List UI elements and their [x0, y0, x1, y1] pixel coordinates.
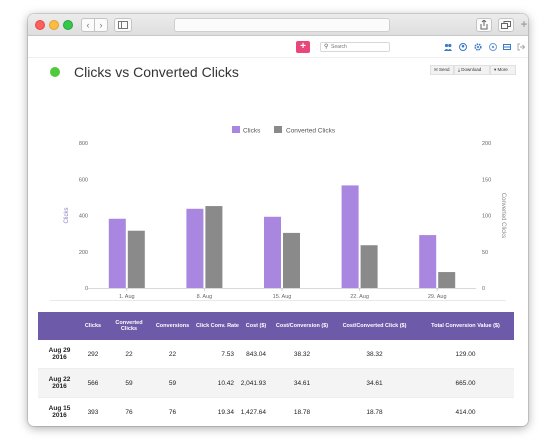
y2-tick-label: 50: [482, 250, 488, 256]
column-header[interactable]: Conversions: [150, 312, 195, 340]
y-tick-label: 200: [79, 250, 88, 256]
add-button[interactable]: +: [296, 41, 310, 53]
table-cell: 393: [87, 408, 99, 416]
table-body: Aug 29 2016 292 22 22 7.53 843.04 38.32 38.32 12…: [38, 340, 514, 426]
bar-clicks: [264, 216, 281, 288]
bar-clicks: [341, 185, 359, 288]
table-cell: 414.00: [455, 408, 476, 416]
y2-tick-label: 100: [482, 214, 491, 220]
y-tick-label: 400: [79, 214, 88, 220]
table-row: Aug 15 2016 393 76 76 19.34 1,427.64 18.78 18.7…: [38, 398, 514, 426]
table-cell: 18.78: [366, 408, 383, 416]
download-button[interactable]: ⤓ Download: [454, 65, 490, 75]
table-cell: 38.32: [366, 350, 383, 358]
y-tick-label: 800: [79, 141, 88, 147]
sidebar-toggle-icon[interactable]: [114, 18, 132, 32]
table-cell: 59: [125, 379, 133, 387]
table-cell: 10.42: [217, 379, 234, 387]
column-header[interactable]: [38, 312, 78, 340]
logout-icon[interactable]: [517, 43, 526, 51]
search-icon: ⚲: [324, 44, 329, 50]
minimize-window-button[interactable]: [49, 20, 59, 30]
table-cell: 566: [87, 379, 99, 387]
table-cell: 76: [168, 408, 177, 416]
address-bar[interactable]: [174, 18, 390, 32]
tabs-overview-icon[interactable]: [498, 18, 514, 32]
divider: [50, 300, 506, 301]
y-axis-title: Clicks: [64, 208, 70, 224]
table-cell: 292: [87, 350, 99, 358]
y2-axis-title: Converted Clicks: [500, 193, 506, 238]
y2-tick-label: 150: [482, 177, 491, 183]
row-date: Aug 15 2016: [48, 404, 71, 420]
help-icon[interactable]: [489, 43, 497, 51]
table-cell: 1,427.64: [240, 408, 266, 416]
y-tick-label: 600: [79, 177, 88, 183]
column-header[interactable]: Cost ($): [240, 312, 272, 340]
table-row: Aug 29 2016 292 22 22 7.53 843.04 38.32 38.32 12…: [38, 340, 514, 369]
bar-converted-clicks: [438, 272, 456, 288]
table-cell: 2,041.93: [240, 379, 266, 387]
bar-clicks: [419, 235, 437, 288]
table-cell: 34.61: [293, 379, 311, 387]
more-button[interactable]: ▾ More: [490, 65, 516, 75]
share-icon[interactable]: [476, 18, 492, 32]
table-cell: 7.53: [221, 350, 234, 358]
column-header[interactable]: Click Conv. Rate: [195, 312, 240, 340]
y2-tick-label: 200: [482, 141, 491, 147]
column-header[interactable]: Cost/Conversion ($): [272, 312, 332, 340]
column-header[interactable]: Total Conversion Value ($): [417, 312, 514, 340]
table-cell: 38.32: [293, 350, 311, 358]
table-cell: 129.00: [455, 350, 476, 358]
status-indicator: [50, 67, 60, 77]
back-button[interactable]: ‹: [81, 18, 95, 32]
table-row: Aug 22 2016 566 59 59 10.42 2,041.93 34.61 34.6…: [38, 369, 514, 398]
legend-swatch-converted-clicks: [274, 126, 282, 133]
table-cell: 59: [168, 379, 177, 387]
close-window-button[interactable]: [35, 20, 45, 30]
settings-icon[interactable]: [474, 43, 482, 51]
table-cell: 34.61: [366, 379, 383, 387]
data-table: Clicks Converted Clicks Conversions Click C…: [38, 312, 514, 426]
bar-chart: Clicks Converted Clicks 0 200 400 600 800 0 50 10…: [64, 126, 506, 300]
page-title: Clicks vs Converted Clicks: [74, 64, 239, 80]
forward-button[interactable]: ›: [94, 18, 108, 32]
y-tick-label: 0: [85, 286, 88, 292]
browser-window: ‹ › + + ⚲ Search Clicks vs Converted Cli…: [28, 14, 528, 426]
legend-label-clicks: Clicks: [243, 128, 261, 135]
row-date: Aug 29 2016: [48, 346, 71, 362]
table-cell: 843.04: [246, 350, 266, 358]
zoom-window-button[interactable]: [63, 20, 73, 30]
row-date: Aug 22 2016: [48, 375, 71, 391]
search-box[interactable]: ⚲: [320, 42, 390, 52]
column-header[interactable]: Converted Clicks: [108, 312, 150, 340]
bar-converted-clicks: [360, 245, 378, 288]
column-header[interactable]: Cost/Converted Click ($): [332, 312, 417, 340]
legend-label-converted-clicks: Converted Clicks: [286, 128, 336, 135]
bar-converted-clicks: [127, 230, 145, 288]
bar-clicks: [186, 208, 204, 288]
search-input[interactable]: [331, 43, 387, 51]
table-cell: 19.34: [217, 408, 234, 416]
inbox-icon[interactable]: [503, 43, 511, 51]
browser-chrome: ‹ › +: [28, 14, 528, 36]
user-icon[interactable]: [459, 43, 467, 51]
bar-converted-clicks: [205, 206, 223, 288]
send-button[interactable]: ✉ Send: [430, 65, 454, 75]
table-cell: 22: [125, 350, 133, 358]
legend-swatch-clicks: [232, 126, 240, 133]
table-cell: 76: [125, 408, 133, 416]
users-icon[interactable]: [444, 43, 452, 51]
column-header[interactable]: Clicks: [78, 312, 108, 340]
table-cell: 665.00: [455, 379, 476, 387]
table-header: Clicks Converted Clicks Conversions Click C…: [38, 312, 514, 340]
table-cell: 22: [168, 350, 177, 358]
app-toolbar: + ⚲: [28, 36, 528, 58]
bar-clicks: [108, 218, 126, 288]
table-cell: 18.78: [293, 408, 311, 416]
chart-container: Clicks Converted Clicks 0 200 400 600 800 0 50 10…: [28, 104, 528, 300]
bar-converted-clicks: [283, 232, 300, 288]
y2-tick-label: 0: [482, 286, 485, 292]
new-tab-button[interactable]: +: [518, 18, 528, 32]
